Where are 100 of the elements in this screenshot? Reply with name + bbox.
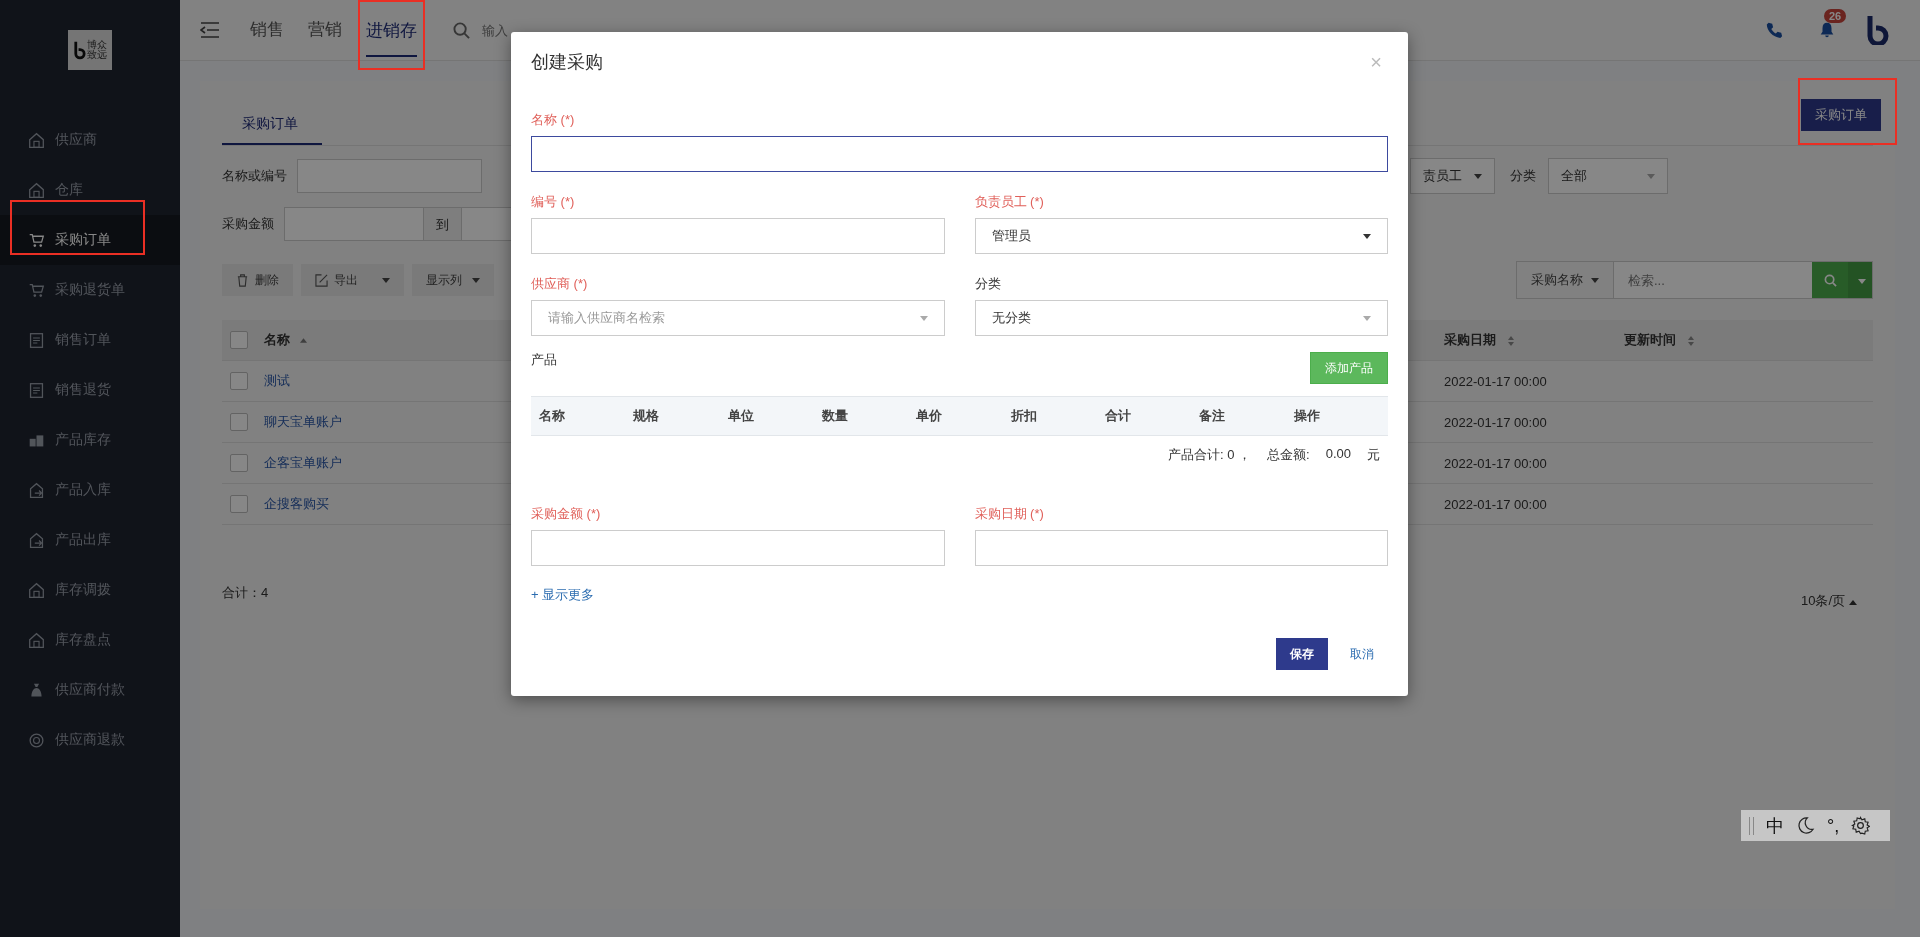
create-order-button[interactable]: 采购订单 [1801, 99, 1881, 131]
summary-text: 总金额: [1267, 446, 1310, 464]
bell-icon[interactable] [1818, 21, 1836, 39]
export-button[interactable]: 导出 [301, 264, 404, 296]
sidebar-item[interactable]: 采购退货单 [0, 265, 180, 315]
tab[interactable]: 采购订单 [222, 101, 322, 145]
document-icon [28, 331, 45, 349]
caret-icon [1591, 277, 1599, 283]
trash-icon [236, 273, 249, 287]
filter-label: 分类 [1510, 167, 1536, 185]
field-label: 供应商 (*) [531, 276, 589, 292]
filter-label: 名称或编号 [222, 167, 287, 185]
nav-tab[interactable]: 销售 [250, 0, 284, 60]
table-cell-text: 2022-01-17 00:00 [1444, 373, 1548, 389]
input-field[interactable] [531, 136, 1388, 172]
select-field[interactable]: 无分类 [974, 300, 1388, 336]
nav-tab[interactable]: 进销存 [366, 3, 417, 57]
summary-text: 产品合计: 0 ， [1168, 446, 1252, 464]
cancel-link[interactable]: 取消 [1350, 645, 1374, 663]
nav-tab[interactable]: 营销 [308, 0, 342, 60]
phone-icon[interactable] [1765, 21, 1783, 39]
close-button[interactable]: × [1364, 49, 1388, 75]
sort-icon[interactable] [1688, 335, 1694, 346]
menu-icon[interactable] [200, 22, 220, 38]
checkbox[interactable] [230, 495, 248, 513]
caret-icon [1474, 173, 1482, 179]
dialog-title: 创建采购 [531, 51, 603, 74]
column-header: 折扣 [1010, 407, 1038, 425]
caret-icon [1849, 600, 1857, 605]
search-button[interactable] [1812, 262, 1848, 298]
caret-icon [1363, 233, 1371, 239]
house-icon [28, 581, 45, 599]
select-field[interactable]: 管理员 [974, 218, 1388, 254]
sidebar-item[interactable]: 产品入库 [0, 465, 180, 515]
filter-label: 采购金额 [222, 215, 274, 233]
settings-icon[interactable] [1851, 816, 1871, 835]
columns-button[interactable]: 显示列 [412, 264, 494, 296]
field-label: 分类 [974, 276, 1002, 292]
search-icon[interactable] [453, 21, 470, 39]
sort-up-icon[interactable] [300, 338, 307, 344]
sidebar-item[interactable]: 销售订单 [0, 315, 180, 365]
column-header: 数量 [822, 407, 849, 425]
enter-icon [28, 481, 45, 499]
coin-icon [28, 731, 45, 749]
range-separator: 到 [424, 207, 462, 241]
column-header[interactable]: 采购日期 [1444, 332, 1496, 347]
show-more-link[interactable]: + 显示更多 [531, 586, 595, 604]
field-label: 采购日期 (*) [974, 506, 1045, 522]
sidebar-item[interactable]: 仓库 [0, 165, 180, 215]
checkbox[interactable] [230, 372, 248, 390]
checkbox[interactable] [230, 331, 248, 349]
add-product-button[interactable]: 添加产品 [1310, 352, 1388, 384]
checkbox[interactable] [230, 413, 248, 431]
caret-icon [1647, 173, 1655, 179]
logo-text: 博众致远 [87, 39, 107, 61]
sidebar-item[interactable]: 库存调拨 [0, 565, 180, 615]
input-mode-toggle[interactable]: 中 [1766, 816, 1784, 835]
sidebar-item[interactable]: 销售退货 [0, 365, 180, 415]
checkbox[interactable] [230, 454, 248, 472]
save-button[interactable]: 保存 [1276, 638, 1328, 670]
select-field[interactable]: 请输入供应商名检索 [531, 300, 945, 336]
page-size-dropdown[interactable]: 10条/页 [1794, 591, 1863, 611]
field-label: 采购金额 (*) [531, 506, 602, 522]
column-header: 单位 [727, 407, 755, 425]
document-icon [28, 381, 45, 399]
field-label: 编号 (*) [531, 194, 576, 210]
delete-button[interactable]: 删除 [222, 264, 293, 296]
amount-from-field[interactable] [284, 207, 424, 241]
sidebar-item[interactable]: 采购订单 [0, 215, 180, 265]
house-icon [28, 631, 45, 649]
column-header[interactable]: 名称 [264, 332, 290, 347]
column-header: 名称 [539, 407, 566, 425]
table-cell-text: 2022-01-17 00:00 [1444, 414, 1548, 430]
sidebar-item[interactable]: 供应商付款 [0, 665, 180, 715]
search-field[interactable]: 检索... [1614, 262, 1812, 298]
moon-icon[interactable] [1796, 816, 1815, 835]
table-cell-text: 2022-01-17 00:00 [1444, 496, 1548, 512]
search-field[interactable]: 输入 [480, 21, 684, 39]
cart-icon [28, 231, 45, 249]
search-icon [1823, 273, 1837, 287]
sidebar-item[interactable]: 库存盘点 [0, 615, 180, 665]
category-dropdown[interactable]: 全部 [1548, 158, 1668, 194]
summary-text: 0.00 [1325, 446, 1351, 463]
sidebar-item[interactable]: 供应商退款 [0, 715, 180, 765]
edit-icon [315, 273, 328, 287]
house-icon [28, 181, 45, 199]
column-header: 操作 [1293, 407, 1321, 425]
field-label: 负责员工 (*) [974, 194, 1045, 210]
notification-badge: 26 [1824, 9, 1847, 23]
sidebar-item[interactable]: 产品库存 [0, 415, 180, 465]
column-header: 单价 [916, 407, 944, 425]
name-field[interactable] [297, 159, 482, 193]
column-header[interactable]: 更新时间 [1624, 332, 1676, 347]
sidebar-item[interactable]: 供应商 [0, 115, 180, 165]
sidebar-item[interactable]: 产品出库 [0, 515, 180, 565]
punctuation-toggle[interactable]: °, [1827, 816, 1840, 835]
caret-icon [1858, 279, 1866, 284]
sort-icon[interactable] [1508, 335, 1514, 346]
search-options-button[interactable] [1848, 262, 1872, 298]
staff-dropdown[interactable]: 责员工 [1410, 158, 1495, 194]
